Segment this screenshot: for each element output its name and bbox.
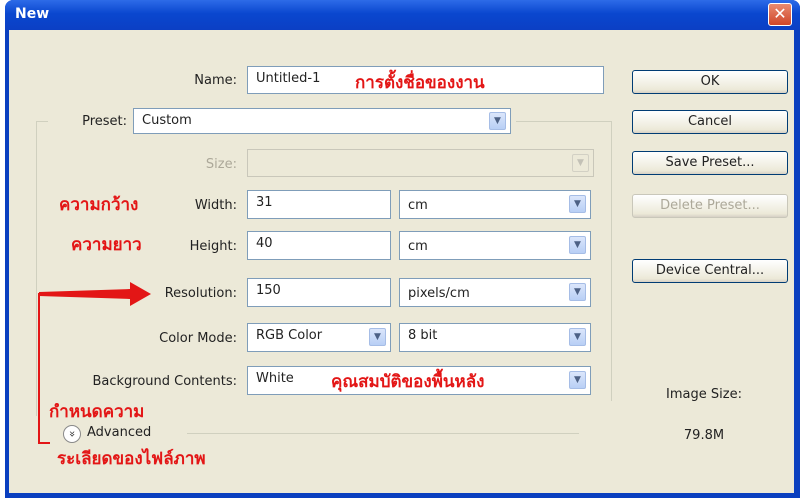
name-annotation: การตั้งชื่อของงาน (355, 73, 485, 93)
preset-select[interactable]: Custom (133, 108, 511, 134)
color-mode-dropdown-arrow[interactable]: ▼ (369, 328, 386, 346)
resolution-annotation-line2: ระเลียดของไฟล์ภาพ (57, 449, 206, 469)
height-unit-value: cm (408, 239, 428, 254)
color-mode-value: RGB Color (256, 328, 323, 343)
color-mode-label: Color Mode: (159, 331, 237, 346)
expand-chevron-icon: » (63, 425, 81, 443)
name-value: Untitled-1 (256, 71, 321, 86)
height-input[interactable]: 40 (247, 231, 391, 260)
bit-depth-dropdown-arrow[interactable]: ▼ (569, 328, 586, 346)
background-dropdown-arrow[interactable]: ▼ (569, 371, 586, 389)
resolution-input[interactable]: 150 (247, 278, 391, 307)
preset-group-top-left (36, 121, 48, 122)
resolution-unit-value: pixels/cm (408, 286, 470, 301)
close-icon: ✕ (773, 4, 787, 23)
advanced-divider (187, 433, 579, 434)
preset-dropdown-arrow[interactable]: ▼ (489, 112, 506, 130)
save-preset-button[interactable]: Save Preset... (632, 151, 788, 175)
preset-label: Preset: (82, 114, 127, 129)
resolution-label: Resolution: (164, 286, 237, 301)
delete-preset-label: Delete Preset... (660, 198, 760, 213)
device-central-label: Device Central... (655, 263, 765, 278)
size-dropdown-arrow[interactable]: ▼ (572, 154, 589, 172)
resolution-unit-dropdown-arrow[interactable]: ▼ (569, 283, 586, 301)
cancel-button[interactable]: Cancel (632, 110, 788, 134)
width-unit-value: cm (408, 198, 428, 213)
width-input[interactable]: 31 (247, 190, 391, 219)
advanced-label: Advanced (87, 425, 152, 440)
background-contents-value: White (256, 371, 294, 386)
image-size-label: Image Size: (666, 387, 742, 402)
title-bar[interactable]: New ✕ (5, 0, 800, 30)
resolution-value: 150 (256, 283, 281, 298)
size-label: Size: (205, 157, 237, 172)
image-size-value: 79.8M (683, 428, 725, 443)
ok-button[interactable]: OK (632, 70, 788, 94)
ok-label: OK (700, 74, 720, 89)
delete-preset-button[interactable]: Delete Preset... (632, 194, 788, 218)
bit-depth-select[interactable]: 8 bit (399, 323, 591, 352)
close-button[interactable]: ✕ (768, 3, 792, 26)
dialog-body: Name: Untitled-1 Preset: Custom ▼ Size: … (9, 30, 794, 493)
save-preset-label: Save Preset... (665, 155, 755, 170)
advanced-toggle[interactable]: » Advanced (61, 423, 201, 445)
preset-group-right (611, 121, 612, 401)
name-label: Name: (194, 73, 237, 88)
width-annotation: ความกว้าง (59, 195, 139, 215)
new-document-dialog: New ✕ Name: Untitled-1 Preset: Custom ▼ … (5, 0, 800, 498)
width-label: Width: (194, 198, 237, 213)
width-unit-select[interactable]: cm (399, 190, 591, 219)
resolution-unit-select[interactable]: pixels/cm (399, 278, 591, 307)
height-annotation: ความยาว (71, 235, 142, 255)
device-central-button[interactable]: Device Central... (632, 259, 788, 283)
height-value: 40 (256, 236, 273, 251)
cancel-label: Cancel (687, 114, 733, 129)
background-contents-label: Background Contents: (92, 374, 237, 389)
background-annotation: คุณสมบัติของพื้นหลัง (331, 372, 485, 392)
height-label: Height: (189, 239, 237, 254)
window-title: New (15, 6, 50, 22)
resolution-annotation-line1: กำหนดความ (49, 402, 145, 422)
preset-group-top-right (516, 121, 612, 122)
size-select[interactable] (247, 149, 594, 177)
width-unit-dropdown-arrow[interactable]: ▼ (569, 195, 586, 213)
height-unit-dropdown-arrow[interactable]: ▼ (569, 236, 586, 254)
height-unit-select[interactable]: cm (399, 231, 591, 260)
preset-value: Custom (142, 113, 192, 128)
width-value: 31 (256, 195, 273, 210)
bit-depth-value: 8 bit (408, 328, 438, 343)
